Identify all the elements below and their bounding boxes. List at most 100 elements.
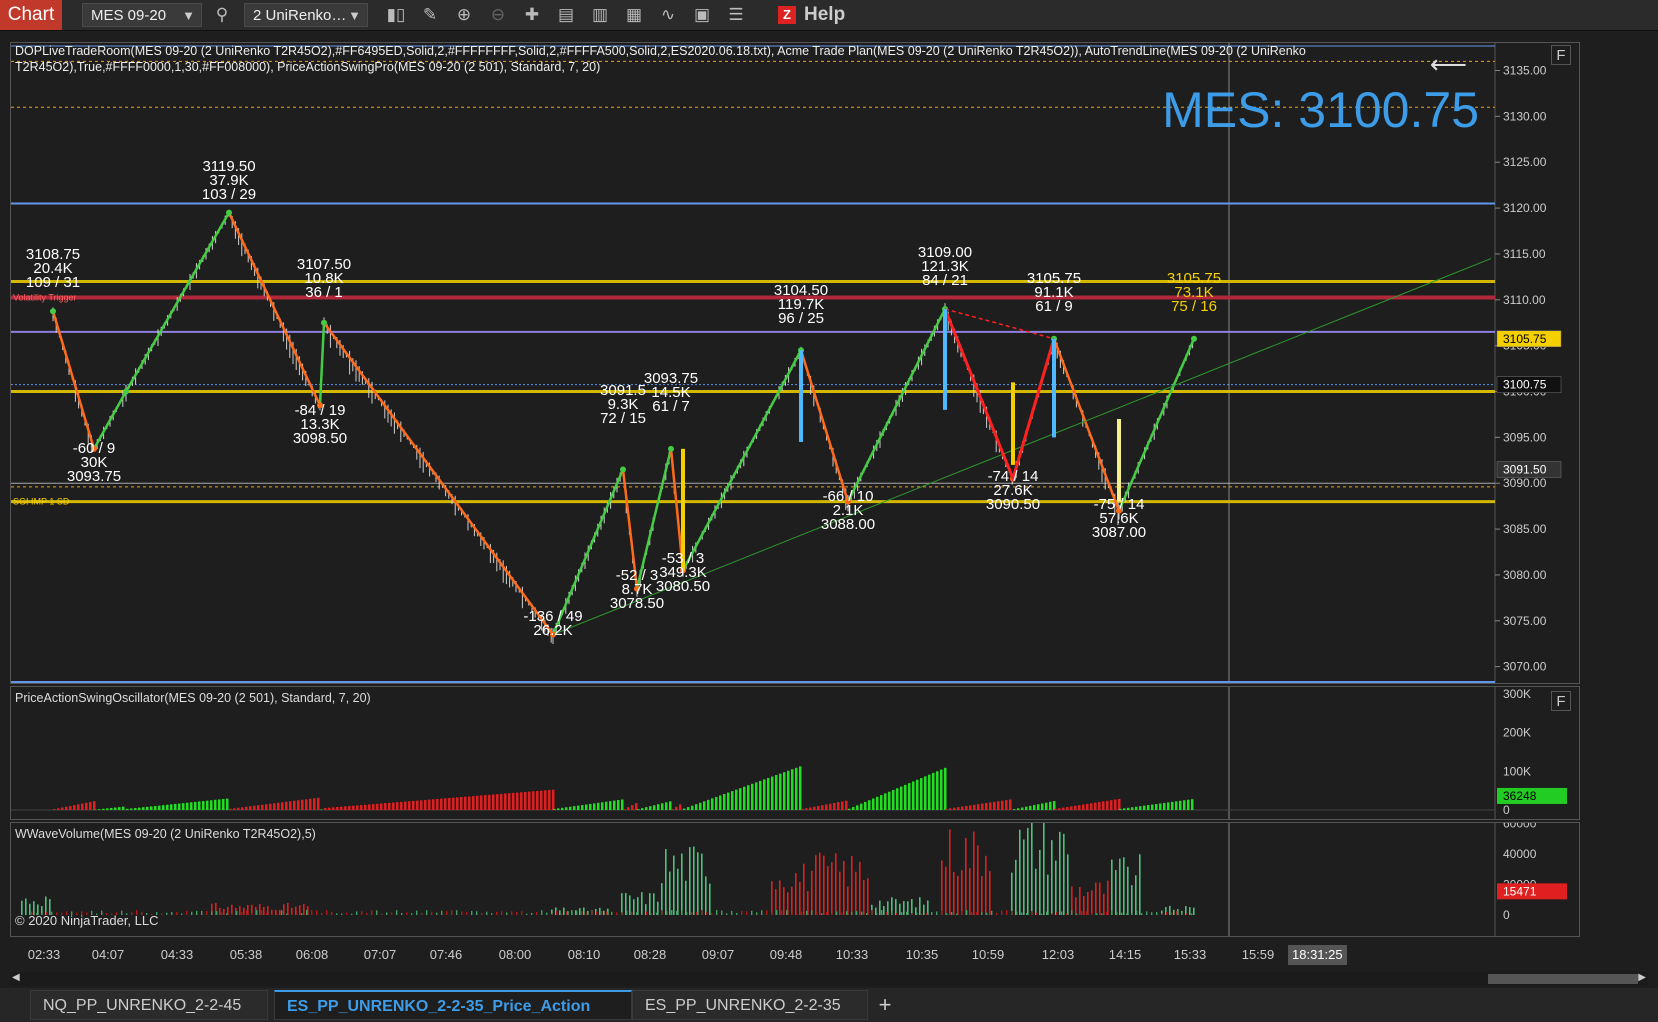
swing-label: 3109.00121.3K84 / 21 (918, 244, 972, 289)
bar-style-icon[interactable]: ▮▯ (384, 3, 408, 27)
oscillator-bar (916, 779, 919, 810)
scroll-right-icon[interactable]: ▶ (1638, 972, 1646, 983)
oscillator-bar (324, 807, 327, 810)
help-button[interactable]: Help (804, 3, 845, 27)
time-axis-label: 08:00 (498, 947, 532, 962)
oscillator-chart[interactable]: 300K 200K 100K 036248 (11, 687, 1580, 820)
oscillator-bar (249, 806, 252, 810)
price-panel-f-button[interactable]: F (1551, 45, 1571, 65)
volume-bar (1011, 872, 1013, 915)
zoom-in-icon[interactable]: ⊕ (452, 3, 476, 27)
oscillator-bar (388, 802, 391, 810)
price-chart[interactable]: Volatility Trigger SGI IMP 1 SD 3119.5037.… (11, 43, 1580, 684)
oscillator-bar (1017, 808, 1020, 810)
oscillator-f-button[interactable]: F (1551, 691, 1571, 711)
oscillator-bar (214, 799, 217, 810)
chart-trader-icon[interactable]: ▥ (588, 3, 612, 27)
help-icon[interactable]: Z (778, 6, 796, 24)
volume-bar (811, 870, 813, 915)
volume-bar (219, 907, 221, 915)
data-box-icon[interactable]: ▤ (554, 3, 578, 27)
time-axis[interactable]: 02:33 04:07 04:33 05:38 06:08 07:07 07:46 08:00… (10, 943, 1580, 967)
volume-bar (1001, 910, 1003, 915)
oscillator-bar (73, 805, 76, 810)
properties-icon[interactable]: ☰ (724, 3, 748, 27)
volume-bar (246, 910, 248, 915)
volume-bar (686, 912, 688, 915)
volume-bar (1026, 912, 1028, 915)
oscillator-bar (661, 803, 664, 810)
time-axis-label: 06:08 (295, 947, 329, 962)
price-panel[interactable]: Volatility Trigger SGI IMP 1 SD 3119.50 37.… (10, 42, 1580, 684)
volume-bar (649, 893, 651, 915)
volume-bar (581, 911, 583, 915)
oscillator-bar (1123, 808, 1126, 810)
swing-label: 3093.7514.5K61 / 7 (644, 370, 698, 415)
volume-bar (921, 913, 923, 915)
strategies-icon[interactable]: ▣ (690, 3, 714, 27)
oscillator-bar (464, 796, 467, 810)
crosshair-icon[interactable]: ✚ (520, 3, 544, 27)
tab-nq-pp-unrenko[interactable]: NQ_PP_UNRENKO_2-2-45 (30, 990, 268, 1020)
oscillator-bar (281, 802, 284, 810)
oscillator-bar (868, 800, 871, 810)
volume-bar (1021, 912, 1023, 915)
oscillator-bar (190, 802, 193, 810)
volume-bar (693, 846, 695, 915)
volume-bar (1151, 912, 1153, 915)
volume-bar (821, 913, 823, 915)
volume-bar (1191, 913, 1193, 915)
drawing-tool-icon[interactable]: ✎ (418, 3, 442, 27)
tab-es-pp-unrenko-price-action[interactable]: ES_PP_UNRENKO_2-2-35_Price_Action (274, 990, 632, 1020)
price-tag: 3105.75 (1496, 330, 1562, 348)
volume-bar (956, 913, 958, 915)
volume-bar (321, 912, 323, 915)
chart-menu-button[interactable]: Chart (0, 0, 62, 30)
horizontal-scrollbar[interactable]: ◀ ▶ (10, 972, 1648, 986)
volume-bar (883, 906, 885, 915)
volume-bar (641, 913, 643, 915)
price-tag-value: 3100.75 (1503, 378, 1547, 392)
indicators-icon[interactable]: ∿ (656, 3, 680, 27)
oscillator-bar (356, 805, 359, 810)
tab-es-pp-unrenko[interactable]: ES_PP_UNRENKO_2-2-35 (632, 990, 868, 1020)
oscillator-bar (649, 806, 652, 810)
last-price-label: MES: 3100.75 (1162, 82, 1479, 138)
volume-bar (259, 904, 261, 915)
volume-bar (706, 912, 708, 915)
instrument-selector[interactable]: MES 09-20 ▼ (82, 3, 202, 27)
bar-type-selector[interactable]: 2 UniRenko… ▼ (244, 3, 368, 27)
swing-point (668, 445, 674, 452)
highlighted-swing (943, 308, 1056, 484)
volume-bar (1121, 912, 1123, 915)
oscillator-bar (557, 808, 560, 810)
scrollbar-thumb[interactable] (1488, 974, 1638, 984)
oscillator-bar (452, 797, 455, 810)
volume-axis-label: 40000 (1503, 847, 1537, 861)
oscillator-bar (845, 800, 848, 810)
oscillator-axis-label: 100K (1503, 764, 1531, 778)
templates-icon[interactable]: ▦ (622, 3, 646, 27)
volume-bar (1046, 911, 1048, 915)
oscillator-bar (944, 767, 947, 810)
oscillator-bar (218, 799, 221, 810)
add-tab-icon[interactable]: + (870, 990, 900, 1020)
volume-bar (671, 910, 673, 915)
search-icon[interactable]: ⚲ (210, 3, 234, 27)
back-arrow-icon[interactable]: ⟵ (1430, 49, 1467, 80)
oscillator-bar (380, 803, 383, 810)
volume-bar (571, 910, 573, 915)
volume-panel[interactable]: 600004000020000015471 WWaveVolume(MES 09… (10, 822, 1580, 937)
zoom-out-icon[interactable]: ⊖ (486, 3, 510, 27)
volume-bar (576, 910, 578, 915)
swing-label-line: 3088.00 (821, 516, 875, 533)
oscillator-bar (61, 807, 64, 810)
volume-bar (996, 912, 998, 915)
scroll-left-icon[interactable]: ◀ (12, 972, 20, 983)
oscillator-bar (289, 801, 292, 810)
oscillator-bar (1098, 802, 1101, 810)
oscillator-bar (1155, 804, 1158, 810)
oscillator-panel[interactable]: 300K 200K 100K 0 36248 PriceActionSwingOscil… (10, 686, 1580, 820)
volume-bar (656, 912, 658, 915)
volume-bar (1061, 911, 1063, 915)
